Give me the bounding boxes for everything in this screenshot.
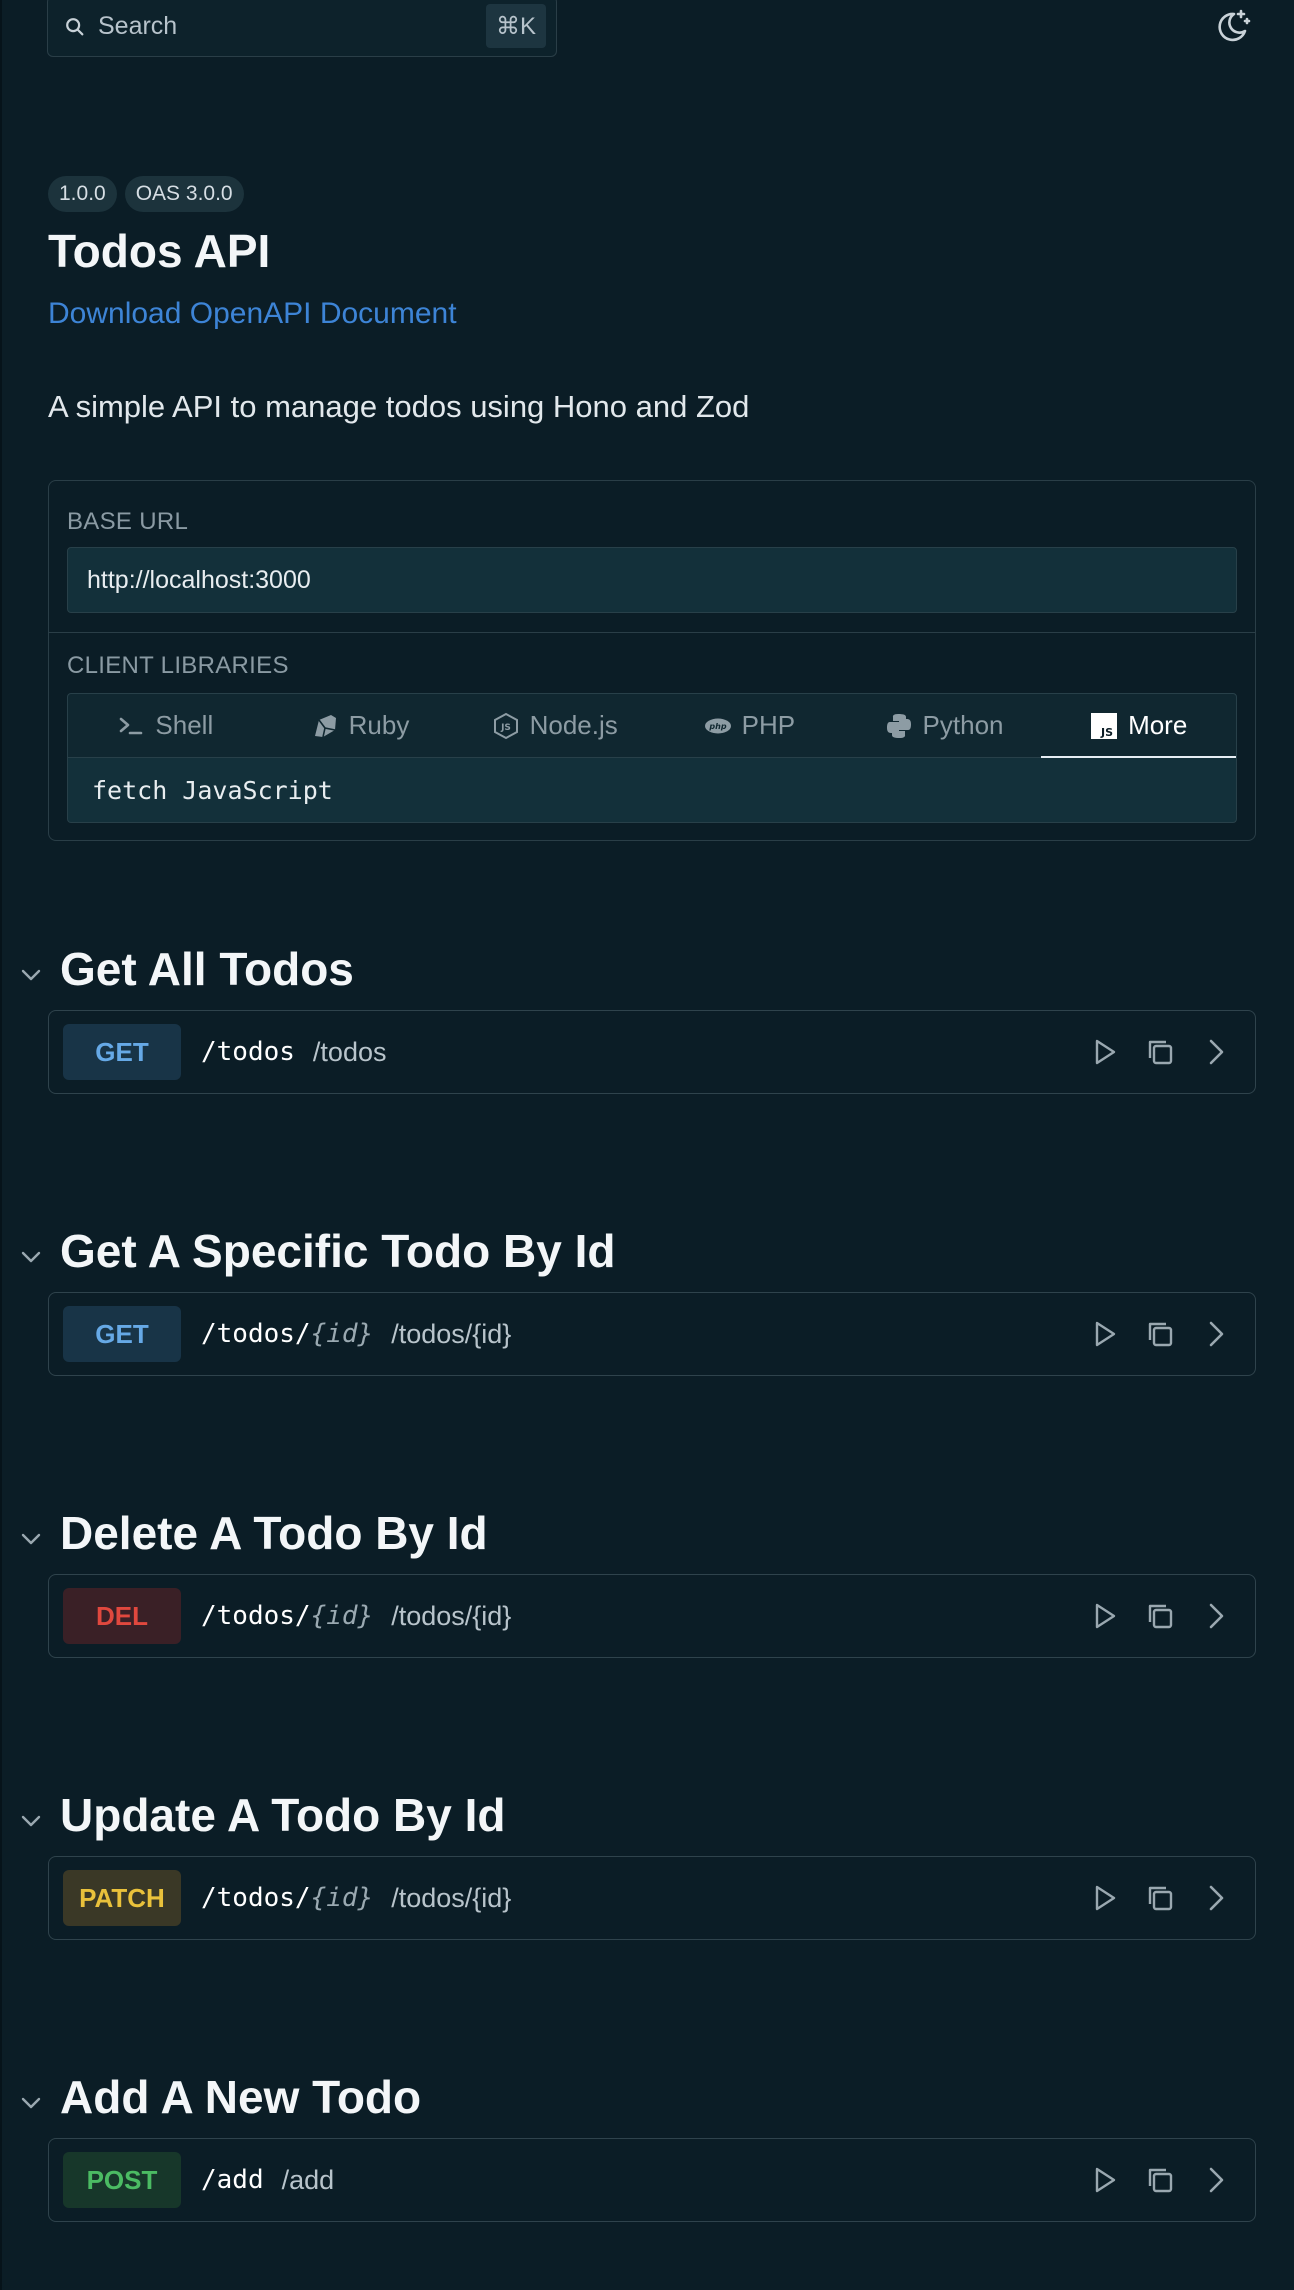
chevron-right-icon[interactable] xyxy=(1199,1881,1233,1915)
section-title: Delete A Todo By Id xyxy=(60,1507,488,1559)
chevron-down-icon[interactable] xyxy=(18,1808,44,1834)
php-icon: php xyxy=(704,712,732,740)
path-display: /add xyxy=(281,2164,335,2195)
section-title: Get A Specific Todo By Id xyxy=(60,1225,616,1277)
svg-text:php: php xyxy=(708,722,726,731)
client-code-label: fetch JavaScript xyxy=(67,758,1237,823)
method-badge: GET xyxy=(63,1024,181,1080)
tab-more[interactable]: JS More xyxy=(1041,694,1236,758)
terminal-icon xyxy=(117,712,145,740)
method-badge: POST xyxy=(63,2152,181,2208)
play-icon[interactable] xyxy=(1087,1881,1121,1915)
oas-badge: OAS 3.0.0 xyxy=(124,176,244,212)
tab-label: Node.js xyxy=(529,710,618,740)
base-url-label: BASE URL xyxy=(67,508,189,535)
tab-python[interactable]: Python xyxy=(847,694,1042,757)
section-title: Add A New Todo xyxy=(60,2071,422,2123)
endpoint-card[interactable]: DEL /todos/{id} /todos/{id} xyxy=(48,1574,1256,1658)
api-reference-page: Search ⌘K 1.0.0 OAS 3.0.0 Todos API Down… xyxy=(0,0,1294,2290)
endpoint-actions xyxy=(1087,1881,1233,1915)
tab-php[interactable]: php PHP xyxy=(652,694,847,757)
chevron-down-icon[interactable] xyxy=(18,2090,44,2116)
play-icon[interactable] xyxy=(1087,1317,1121,1351)
version-badges: 1.0.0 OAS 3.0.0 xyxy=(48,176,244,212)
version-badge: 1.0.0 xyxy=(48,176,117,212)
endpoint-card[interactable]: POST /add /add xyxy=(48,2138,1256,2222)
copy-icon[interactable] xyxy=(1143,1881,1177,1915)
dark-mode-toggle-icon[interactable] xyxy=(1212,6,1252,46)
sidebar-edge xyxy=(0,0,2,2290)
card-divider xyxy=(49,632,1255,633)
copy-icon[interactable] xyxy=(1143,1599,1177,1633)
path-display: /todos/{id} xyxy=(391,1318,512,1349)
path-param: {id} xyxy=(310,1319,374,1349)
path-display: /todos xyxy=(312,1036,387,1067)
chevron-right-icon[interactable] xyxy=(1199,1317,1233,1351)
endpoint-card[interactable]: PATCH /todos/{id} /todos/{id} xyxy=(48,1856,1256,1940)
endpoint-card[interactable]: GET /todos/{id} /todos/{id} xyxy=(48,1292,1256,1376)
copy-icon[interactable] xyxy=(1143,1317,1177,1351)
base-url-field[interactable]: http://localhost:3000 xyxy=(67,547,1237,613)
path-base: /todos/ xyxy=(201,1319,311,1349)
client-config-card: BASE URL http://localhost:3000 CLIENT LI… xyxy=(48,480,1256,841)
endpoint-path: /todos /todos xyxy=(201,1011,386,1093)
copy-icon[interactable] xyxy=(1143,2163,1177,2197)
tab-label: PHP xyxy=(741,710,796,740)
section-title: Get All Todos xyxy=(60,943,354,995)
chevron-right-icon[interactable] xyxy=(1199,1035,1233,1069)
chevron-right-icon[interactable] xyxy=(1199,2163,1233,2197)
tab-nodejs[interactable]: JS Node.js xyxy=(457,694,652,757)
endpoint-path: /todos/{id} /todos/{id} xyxy=(201,1575,511,1657)
svg-text:JS: JS xyxy=(1100,726,1113,739)
client-library-tabs: Shell Ruby JS Node.js php PHP Python JS … xyxy=(67,693,1237,758)
search-input[interactable]: Search ⌘K xyxy=(47,0,557,57)
tab-ruby[interactable]: Ruby xyxy=(263,694,458,757)
endpoint-path: /todos/{id} /todos/{id} xyxy=(201,1857,511,1939)
tab-shell[interactable]: Shell xyxy=(68,694,263,757)
path-base: /todos/ xyxy=(201,1601,311,1631)
nodejs-icon: JS xyxy=(492,712,520,740)
play-icon[interactable] xyxy=(1087,1035,1121,1069)
path-param: {id} xyxy=(310,1601,374,1631)
endpoint-actions xyxy=(1087,1035,1233,1069)
tab-label: Shell xyxy=(155,710,214,740)
section-title: Update A Todo By Id xyxy=(60,1789,506,1841)
chevron-down-icon[interactable] xyxy=(18,1526,44,1552)
copy-icon[interactable] xyxy=(1143,1035,1177,1069)
method-badge: GET xyxy=(63,1306,181,1362)
play-icon[interactable] xyxy=(1087,1599,1121,1633)
search-placeholder: Search xyxy=(98,12,178,40)
endpoint-path: /add /add xyxy=(201,2139,334,2221)
path-base: /todos xyxy=(201,1037,295,1067)
page-title: Todos API xyxy=(48,225,271,277)
javascript-icon: JS xyxy=(1090,712,1118,740)
search-icon xyxy=(66,17,84,35)
method-badge: DEL xyxy=(63,1588,181,1644)
endpoint-actions xyxy=(1087,1317,1233,1351)
client-libraries-label: CLIENT LIBRARIES xyxy=(67,652,289,679)
method-badge: PATCH xyxy=(63,1870,181,1926)
python-icon xyxy=(885,712,913,740)
path-display: /todos/{id} xyxy=(391,1600,512,1631)
endpoint-path: /todos/{id} /todos/{id} xyxy=(201,1293,511,1375)
chevron-down-icon[interactable] xyxy=(18,962,44,988)
endpoint-card[interactable]: GET /todos /todos xyxy=(48,1010,1256,1094)
endpoint-actions xyxy=(1087,1599,1233,1633)
search-shortcut-badge: ⌘K xyxy=(485,4,546,48)
tab-label: Ruby xyxy=(348,710,410,740)
svg-text:JS: JS xyxy=(500,723,511,733)
play-icon[interactable] xyxy=(1087,2163,1121,2197)
path-base: /add xyxy=(201,2165,264,2195)
path-display: /todos/{id} xyxy=(391,1882,512,1913)
download-openapi-link[interactable]: Download OpenAPI Document xyxy=(48,297,457,331)
api-description: A simple API to manage todos using Hono … xyxy=(48,389,750,424)
tab-label: Python xyxy=(922,710,1004,740)
path-param: {id} xyxy=(310,1883,374,1913)
tab-label: More xyxy=(1128,710,1188,740)
chevron-down-icon[interactable] xyxy=(18,1244,44,1270)
endpoint-actions xyxy=(1087,2163,1233,2197)
ruby-icon xyxy=(311,712,339,740)
chevron-right-icon[interactable] xyxy=(1199,1599,1233,1633)
path-base: /todos/ xyxy=(201,1883,311,1913)
